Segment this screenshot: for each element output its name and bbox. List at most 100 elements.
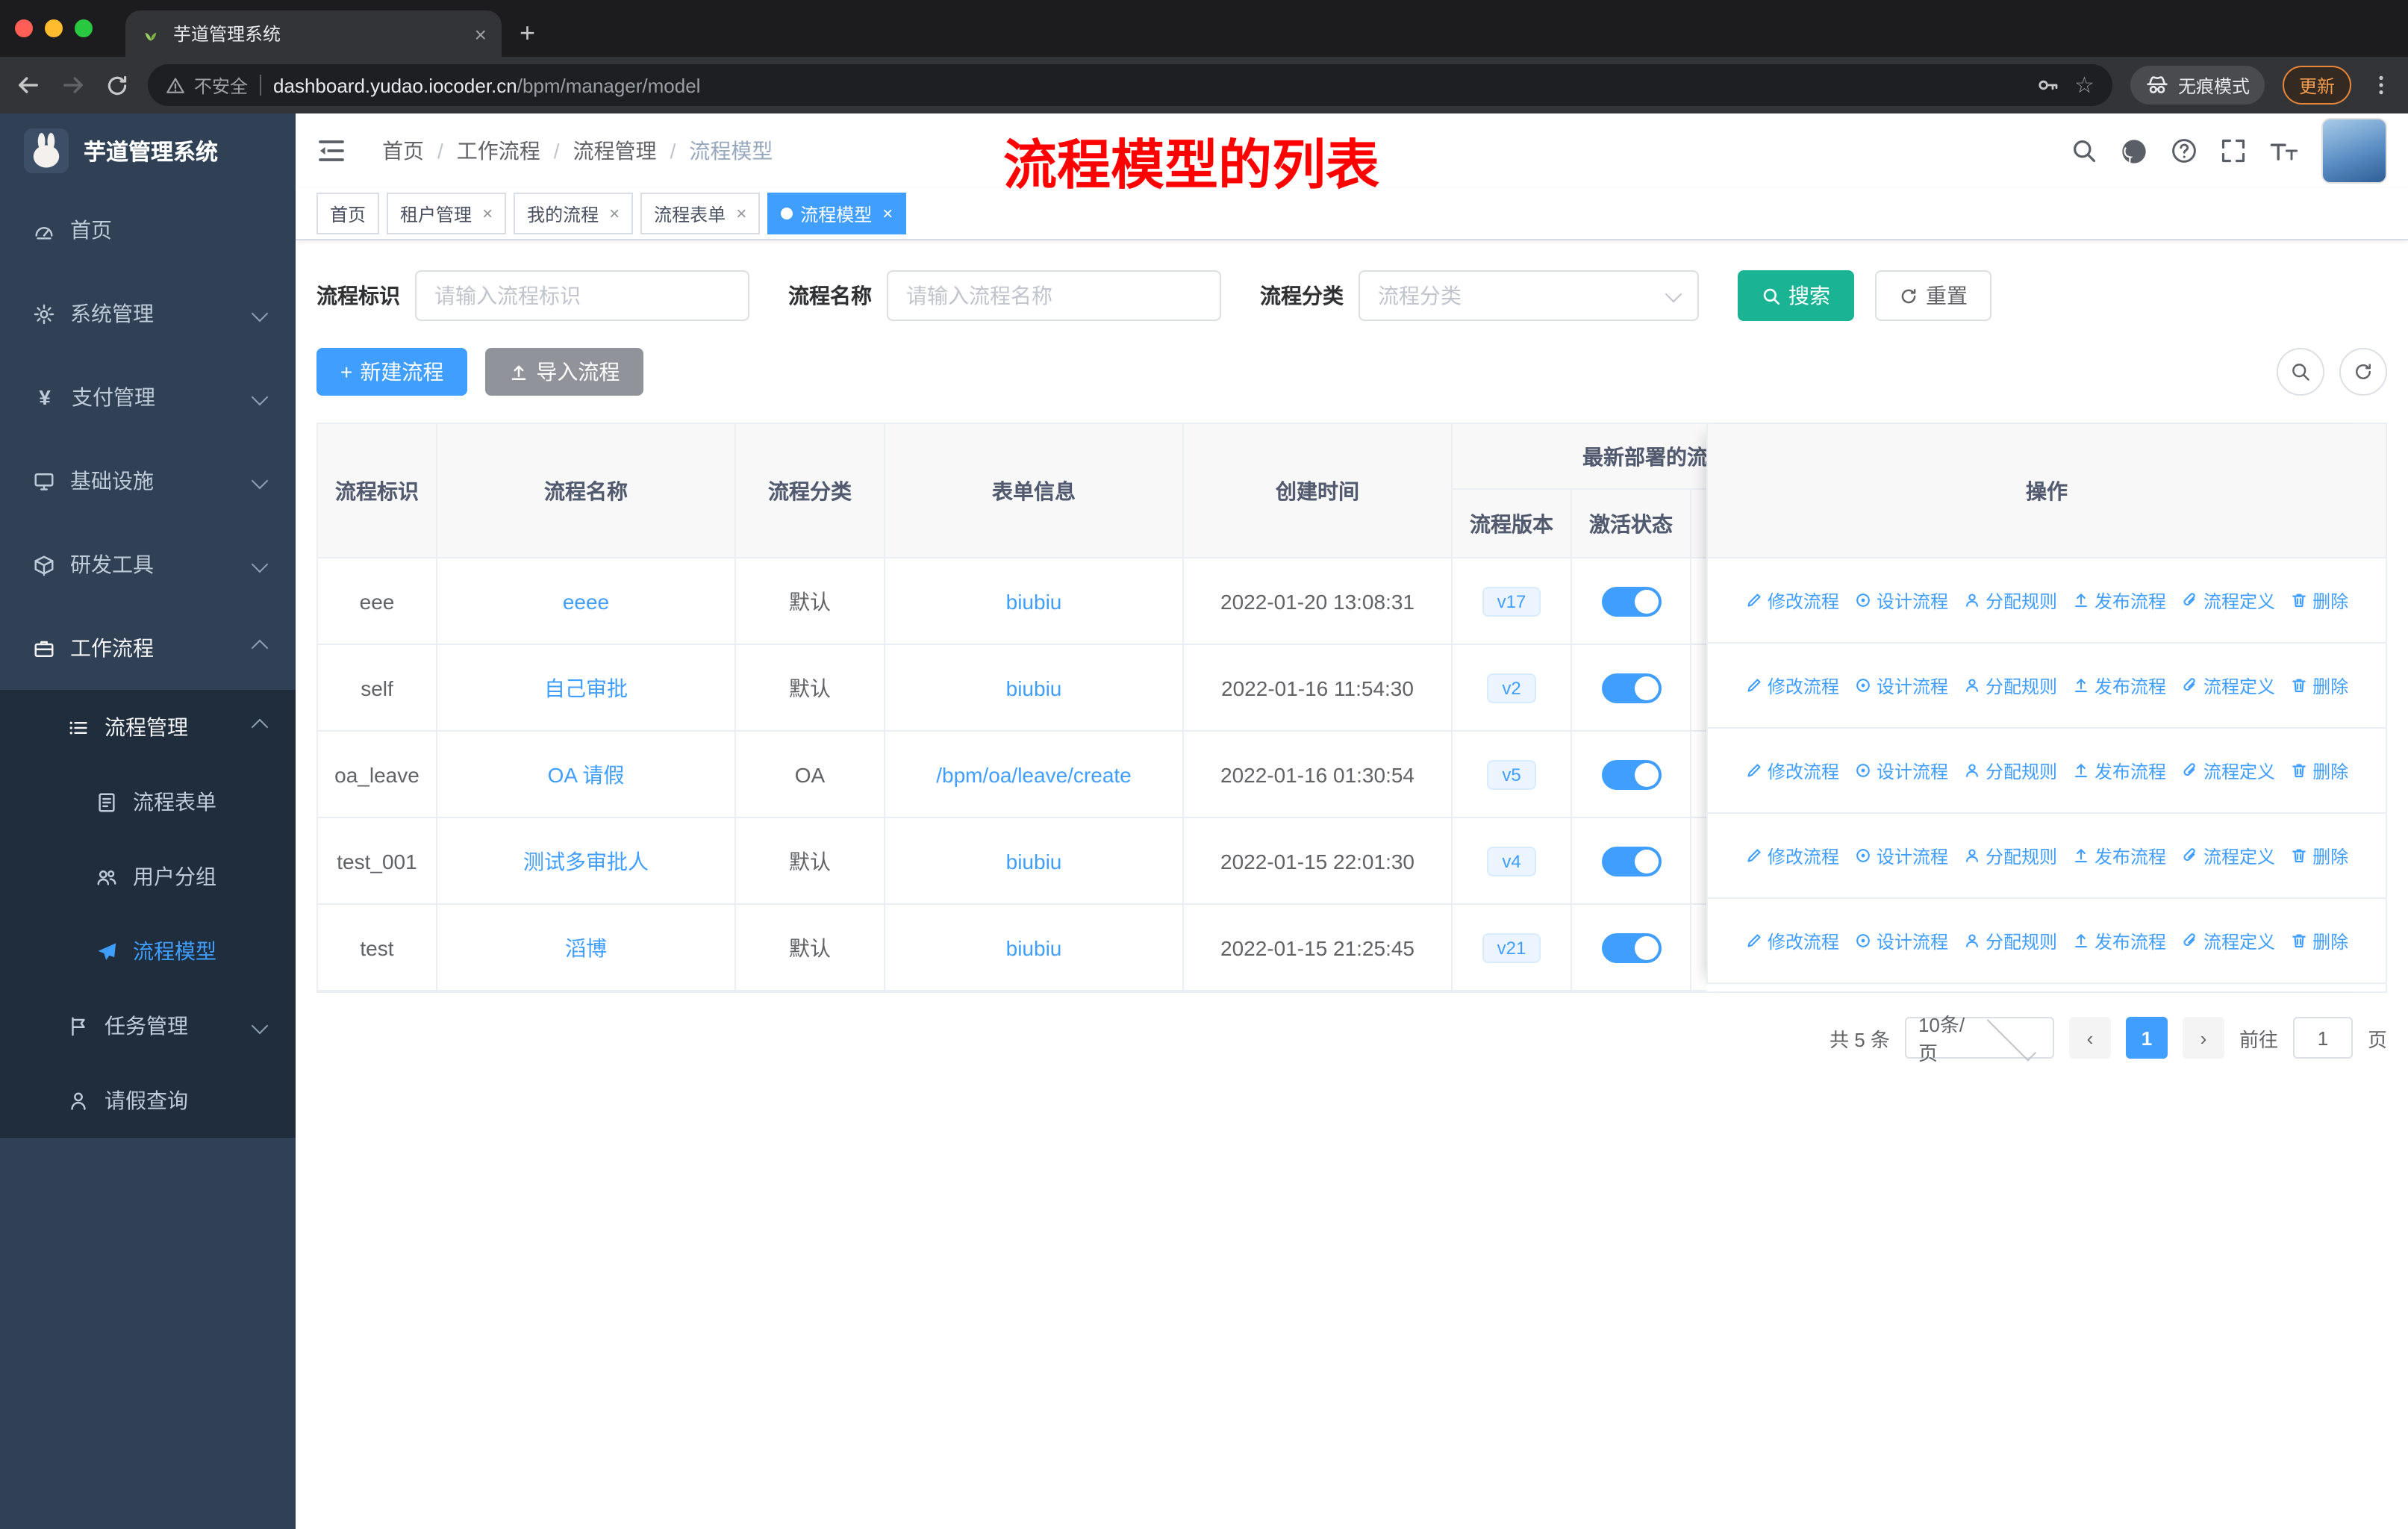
process-name-link[interactable]: eeee [563,589,609,613]
sidebar-item-workflow[interactable]: 工作流程 [0,606,296,690]
process-definition-link[interactable]: 流程定义 [2181,673,2275,698]
process-name-link[interactable]: OA 请假 [548,759,625,789]
active-toggle[interactable] [1601,932,1661,962]
assign-rule-link[interactable]: 分配规则 [1963,588,2057,613]
process-definition-link[interactable]: 流程定义 [2181,928,2275,953]
next-page-button[interactable]: › [2182,1017,2224,1059]
zoom-window-button[interactable] [75,19,93,37]
bookmark-star-icon[interactable]: ☆ [2074,72,2094,99]
sidebar-item-system[interactable]: 系统管理 [0,272,296,355]
assign-rule-link[interactable]: 分配规则 [1963,928,2057,953]
tag-process-form[interactable]: 流程表单 × [640,193,761,234]
delete-process-link[interactable]: 删除 [2290,843,2348,868]
close-icon[interactable]: × [736,203,746,224]
category-select[interactable]: 流程分类 [1359,270,1699,321]
process-id-input[interactable] [415,270,749,321]
modify-process-link[interactable]: 修改流程 [1745,843,1839,868]
modify-process-link[interactable]: 修改流程 [1745,928,1839,953]
close-icon[interactable]: × [482,203,493,224]
browser-menu-icon[interactable] [2369,73,2393,97]
design-process-link[interactable]: 设计流程 [1854,588,1948,613]
assign-rule-link[interactable]: 分配规则 [1963,843,2057,868]
active-toggle[interactable] [1601,673,1661,703]
design-process-link[interactable]: 设计流程 [1854,758,1948,783]
sidebar-item-devtools[interactable]: 研发工具 [0,523,296,606]
search-button[interactable]: 搜索 [1738,270,1854,321]
active-toggle[interactable] [1601,586,1661,616]
sidebar-item-payment[interactable]: ¥ 支付管理 [0,355,296,439]
publish-process-link[interactable]: 发布流程 [2072,758,2166,783]
publish-process-link[interactable]: 发布流程 [2072,673,2166,698]
tag-tenant-mgmt[interactable]: 租户管理 × [387,193,507,234]
sidebar-item-user-group[interactable]: 用户分组 [0,839,296,914]
modify-process-link[interactable]: 修改流程 [1745,758,1839,783]
prev-page-button[interactable]: ‹ [2068,1017,2111,1059]
new-tab-button[interactable]: + [520,18,535,49]
close-icon[interactable]: × [609,203,620,224]
goto-page-input[interactable] [2292,1017,2353,1059]
tag-process-model[interactable]: 流程模型 × [767,193,907,234]
refresh-table-button[interactable] [2339,348,2387,396]
minimize-window-button[interactable] [45,19,63,37]
browser-tab[interactable]: 芋道管理系统 × [125,10,502,57]
sidebar-fold-icon[interactable] [316,136,346,166]
address-bar[interactable]: 不安全 dashboard.yudao.iocoder.cn/bpm/manag… [148,64,2112,106]
process-definition-link[interactable]: 流程定义 [2181,843,2275,868]
tag-my-process[interactable]: 我的流程 × [514,193,634,234]
form-info-link[interactable]: biubiu [1006,589,1062,613]
delete-process-link[interactable]: 删除 [2290,758,2348,783]
github-icon[interactable] [2120,137,2148,165]
form-info-link[interactable]: biubiu [1006,676,1062,700]
close-tab-icon[interactable]: × [475,23,487,44]
close-icon[interactable]: × [882,203,893,224]
modify-process-link[interactable]: 修改流程 [1745,588,1839,613]
process-definition-link[interactable]: 流程定义 [2181,758,2275,783]
breadcrumb-item-process-mgmt[interactable]: 流程管理 [573,136,657,166]
toggle-search-button[interactable] [2277,348,2324,396]
design-process-link[interactable]: 设计流程 [1854,673,1948,698]
delete-process-link[interactable]: 删除 [2290,673,2348,698]
assign-rule-link[interactable]: 分配规则 [1963,673,2057,698]
fullscreen-icon[interactable] [2220,137,2247,164]
sidebar-item-leave-query[interactable]: 请假查询 [0,1063,296,1138]
active-toggle[interactable] [1601,846,1661,876]
design-process-link[interactable]: 设计流程 [1854,843,1948,868]
help-icon[interactable] [2171,137,2198,164]
close-window-button[interactable] [15,19,33,37]
breadcrumb-item-workflow[interactable]: 工作流程 [457,136,540,166]
user-avatar[interactable] [2321,118,2387,184]
sidebar-item-home[interactable]: 首页 [0,188,296,272]
font-size-icon[interactable] [2269,137,2299,164]
process-definition-link[interactable]: 流程定义 [2181,588,2275,613]
modify-process-link[interactable]: 修改流程 [1745,673,1839,698]
sidebar-item-infra[interactable]: 基础设施 [0,439,296,523]
process-name-link[interactable]: 测试多审批人 [523,846,649,876]
form-info-link[interactable]: biubiu [1006,849,1062,873]
process-name-link[interactable]: 自己审批 [544,673,628,703]
page-size-select[interactable]: 10条/页 [1904,1011,2054,1065]
reset-button[interactable]: 重置 [1875,270,1991,321]
design-process-link[interactable]: 设计流程 [1854,928,1948,953]
import-process-button[interactable]: 导入流程 [485,348,644,396]
chrome-update-button[interactable]: 更新 [2282,66,2351,105]
publish-process-link[interactable]: 发布流程 [2072,588,2166,613]
back-icon[interactable] [15,72,42,99]
page-1-button[interactable]: 1 [2125,1017,2168,1059]
reload-icon[interactable] [105,72,130,98]
form-info-link[interactable]: biubiu [1006,935,1062,959]
sidebar-item-process-mgmt[interactable]: 流程管理 [0,690,296,764]
process-name-link[interactable]: 滔博 [565,932,607,962]
sidebar-item-process-model[interactable]: 流程模型 [0,914,296,988]
breadcrumb-item-home[interactable]: 首页 [382,136,424,166]
delete-process-link[interactable]: 删除 [2290,588,2348,613]
sidebar-item-process-form[interactable]: 流程表单 [0,764,296,839]
security-chip[interactable]: 不安全 [166,72,248,98]
tag-home[interactable]: 首页 [316,193,380,234]
assign-rule-link[interactable]: 分配规则 [1963,758,2057,783]
password-key-icon[interactable] [2036,73,2059,97]
publish-process-link[interactable]: 发布流程 [2072,843,2166,868]
active-toggle[interactable] [1601,759,1661,789]
publish-process-link[interactable]: 发布流程 [2072,928,2166,953]
search-icon[interactable] [2071,137,2097,164]
form-info-link[interactable]: /bpm/oa/leave/create [936,762,1132,786]
